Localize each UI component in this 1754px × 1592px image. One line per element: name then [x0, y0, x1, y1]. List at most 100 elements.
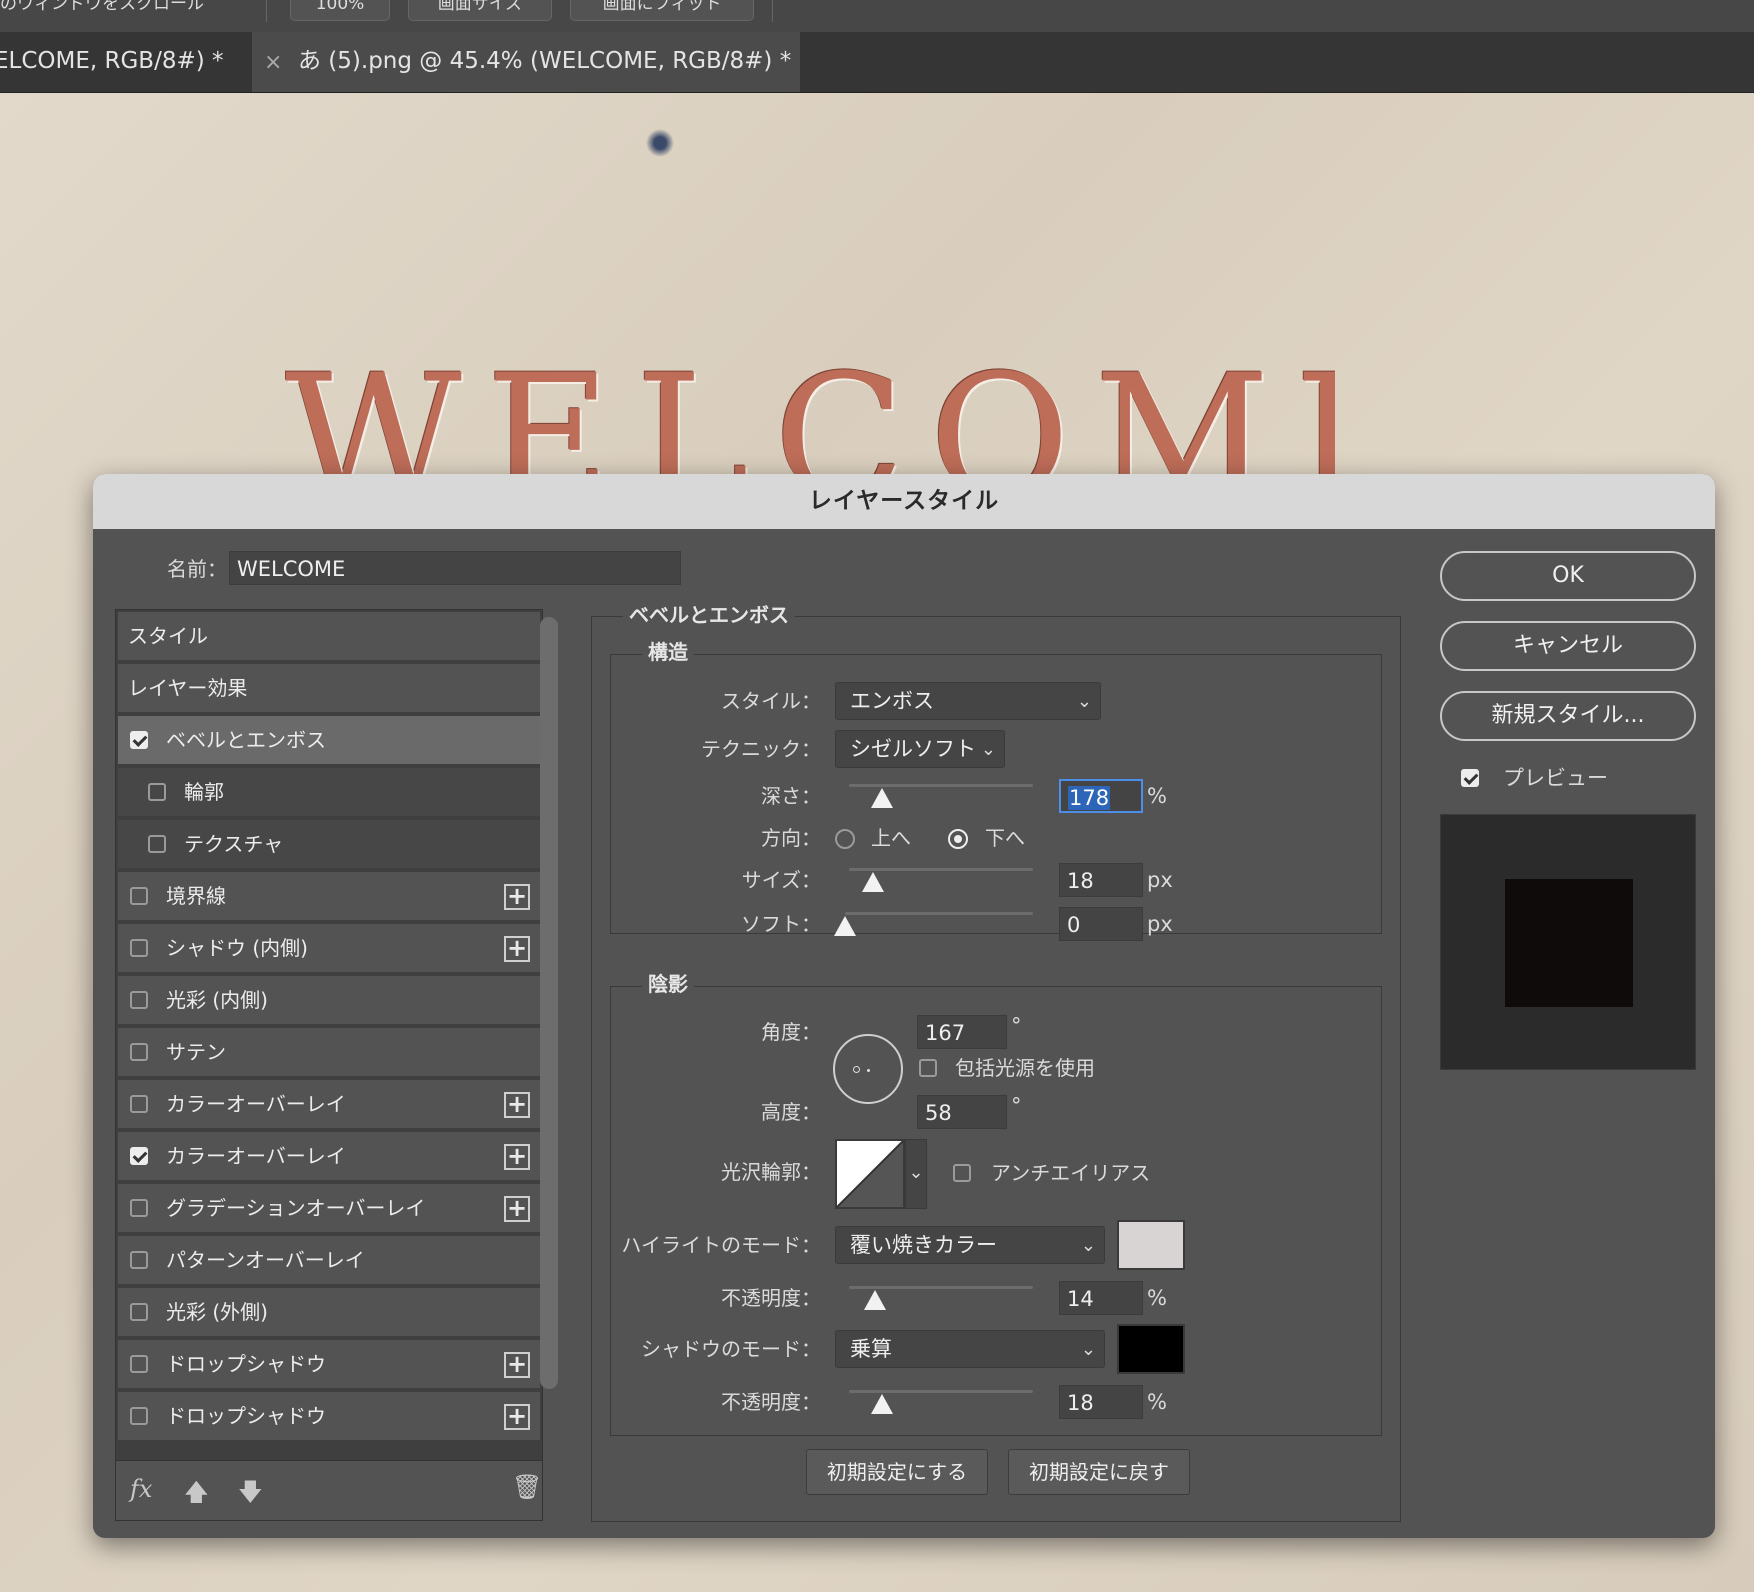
global-light-label[interactable]: 包括光源を使用 — [955, 1054, 1095, 1082]
reset-default-button[interactable]: 初期設定に戻す — [1008, 1449, 1190, 1495]
effect-checkbox[interactable] — [130, 887, 148, 905]
depth-slider-track[interactable] — [849, 784, 1033, 808]
effect-list-item[interactable]: サテン — [118, 1028, 540, 1078]
global-light-checkbox[interactable] — [919, 1059, 937, 1077]
direction-up-radio[interactable] — [835, 829, 855, 849]
effect-checkbox[interactable] — [130, 1199, 148, 1217]
effect-label: カラーオーバーレイ — [166, 1092, 346, 1116]
ok-button[interactable]: OK — [1440, 551, 1696, 601]
effect-checkbox[interactable] — [130, 1147, 148, 1165]
effect-checkbox[interactable] — [148, 835, 166, 853]
gloss-contour-thumbnail[interactable] — [835, 1139, 905, 1209]
effect-list-item[interactable]: パターンオーバーレイ — [118, 1236, 540, 1286]
effect-list-item[interactable]: 輪郭 — [118, 768, 540, 818]
effect-list-item[interactable]: 境界線 + — [118, 872, 540, 922]
effect-list-item[interactable]: テクスチャ — [118, 820, 540, 870]
highlight-opacity-field[interactable]: 14 — [1059, 1281, 1143, 1315]
shadow-mode-dropdown[interactable]: 乗算 ⌄ — [835, 1330, 1105, 1368]
size-slider-track[interactable] — [849, 868, 1033, 892]
add-effect-plus-icon[interactable]: + — [504, 884, 530, 910]
direction-down-radio[interactable] — [948, 829, 968, 849]
altitude-field[interactable]: 58 — [917, 1095, 1007, 1129]
size-slider-thumb[interactable] — [861, 872, 884, 892]
shadow-color-swatch[interactable] — [1117, 1324, 1185, 1374]
highlight-opacity-slider-thumb[interactable] — [863, 1290, 886, 1310]
close-tab-icon[interactable]: × — [264, 32, 282, 92]
angle-field[interactable]: 167 — [917, 1015, 1007, 1049]
soften-slider-thumb[interactable] — [834, 916, 856, 936]
effect-list-item[interactable]: ドロップシャドウ + — [118, 1340, 540, 1390]
style-label: スタイル： — [721, 689, 821, 713]
effect-list-item[interactable]: シャドウ (内側) + — [118, 924, 540, 974]
fit-screen-button[interactable]: 画面サイズ — [408, 0, 552, 21]
shadow-mode-label: シャドウのモード： — [641, 1337, 821, 1361]
shadow-opacity-slider-thumb[interactable] — [871, 1394, 894, 1414]
add-effect-plus-icon[interactable]: + — [504, 1092, 530, 1118]
zoom-100-button[interactable]: 100% — [290, 0, 390, 21]
effect-list-item[interactable]: 光彩 (外側) — [118, 1288, 540, 1338]
arrow-up-icon[interactable]: 🡅 — [184, 1475, 209, 1516]
trash-icon[interactable]: 🗑 — [512, 1473, 542, 1501]
depth-slider-thumb[interactable] — [870, 788, 893, 808]
scroll-all-windows-label[interactable]: のウィンドウをスクロール — [0, 0, 204, 16]
effect-checkbox[interactable] — [130, 731, 148, 749]
altitude-degree-symbol: ° — [1011, 1094, 1022, 1118]
fx-icon[interactable]: fx — [130, 1475, 152, 1503]
add-effect-plus-icon[interactable]: + — [504, 1196, 530, 1222]
effect-list-item[interactable]: 光彩 (内側) — [118, 976, 540, 1026]
preview-checkbox[interactable] — [1461, 769, 1479, 787]
effect-checkbox[interactable] — [148, 783, 166, 801]
add-effect-plus-icon[interactable]: + — [504, 1144, 530, 1170]
soften-field[interactable]: 0 — [1059, 907, 1143, 941]
cancel-button[interactable]: キャンセル — [1440, 621, 1696, 671]
direction-up-label[interactable]: 上へ — [871, 824, 911, 852]
highlight-opacity-slider-track[interactable] — [849, 1286, 1033, 1310]
effect-checkbox[interactable] — [130, 1095, 148, 1113]
technique-dropdown[interactable]: シゼルソフト ⌄ — [835, 730, 1005, 768]
highlight-color-swatch[interactable] — [1117, 1220, 1185, 1270]
shadow-opacity-slider-track[interactable] — [849, 1390, 1033, 1414]
effect-label: 輪郭 — [184, 780, 224, 804]
add-effect-plus-icon[interactable]: + — [504, 1404, 530, 1430]
name-field[interactable]: WELCOME — [229, 551, 681, 585]
antialias-checkbox[interactable] — [953, 1164, 971, 1182]
new-style-button[interactable]: 新規スタイル... — [1440, 691, 1696, 741]
effect-list-item[interactable]: ベベルとエンボス — [118, 716, 540, 766]
angle-dial[interactable] — [833, 1034, 903, 1104]
document-tab-active[interactable]: × あ (5).png @ 45.4% (WELCOME, RGB/8#) * — [252, 32, 800, 92]
effect-checkbox[interactable] — [130, 1303, 148, 1321]
contour-dropdown-chevron-icon[interactable]: ⌄ — [905, 1139, 927, 1209]
add-effect-plus-icon[interactable]: + — [504, 1352, 530, 1378]
document-tab-inactive[interactable]: ELCOME, RGB/8#) * — [0, 32, 238, 92]
direction-label: 方向： — [761, 826, 821, 850]
depth-field[interactable]: 178 — [1059, 779, 1143, 813]
effect-label: 光彩 (内側) — [166, 988, 268, 1012]
preview-label[interactable]: プレビュー — [1503, 764, 1608, 792]
fill-screen-button[interactable]: 画面にフィット — [570, 0, 754, 21]
effect-list-item[interactable]: カラーオーバーレイ + — [118, 1080, 540, 1130]
style-dropdown[interactable]: エンボス ⌄ — [835, 682, 1101, 720]
effect-list-item[interactable]: カラーオーバーレイ + — [118, 1132, 540, 1182]
soften-slider-track[interactable] — [834, 912, 1033, 936]
make-default-button[interactable]: 初期設定にする — [806, 1449, 988, 1495]
technique-value: シゼルソフト — [850, 737, 976, 761]
shadow-opacity-field[interactable]: 18 — [1059, 1385, 1143, 1419]
effects-list-scrollbar[interactable] — [540, 617, 558, 1389]
effect-checkbox[interactable] — [130, 1355, 148, 1373]
antialias-label[interactable]: アンチエイリアス — [991, 1159, 1150, 1187]
effect-checkbox[interactable] — [130, 1407, 148, 1425]
effect-checkbox[interactable] — [130, 991, 148, 1009]
effect-checkbox[interactable] — [130, 1043, 148, 1061]
effect-list-item[interactable]: スタイル — [118, 612, 540, 662]
effect-list-item[interactable]: レイヤー効果 — [118, 664, 540, 714]
effect-checkbox[interactable] — [130, 1251, 148, 1269]
add-effect-plus-icon[interactable]: + — [504, 936, 530, 962]
size-field[interactable]: 18 — [1059, 863, 1143, 897]
highlight-mode-dropdown[interactable]: 覆い焼きカラー ⌄ — [835, 1226, 1105, 1264]
effect-checkbox[interactable] — [130, 939, 148, 957]
effect-list-item[interactable]: グラデーションオーバーレイ + — [118, 1184, 540, 1234]
effect-list-item[interactable]: ドロップシャドウ + — [118, 1392, 540, 1442]
direction-down-label[interactable]: 下へ — [985, 824, 1025, 852]
angle-label: 角度： — [761, 1020, 821, 1044]
arrow-down-icon[interactable]: 🡇 — [238, 1475, 263, 1516]
